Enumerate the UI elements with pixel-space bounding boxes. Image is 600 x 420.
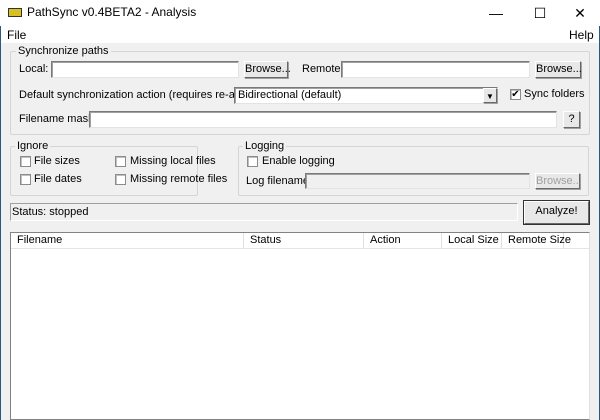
status-bar: Status: stopped <box>10 203 518 221</box>
ignore-group <box>10 146 198 196</box>
ignore-missing-local-label: Missing local files <box>130 155 216 167</box>
menu-help[interactable]: Help <box>569 28 594 42</box>
ignore-file-dates-checkbox[interactable] <box>20 174 31 185</box>
ignore-missing-local-checkbox[interactable] <box>115 156 126 167</box>
ignore-missing-remote-label: Missing remote files <box>130 173 228 185</box>
column-header-status[interactable]: Status <box>244 233 364 248</box>
menu-bar: File Help <box>0 26 600 43</box>
ignore-missing-remote-checkbox[interactable] <box>115 174 126 185</box>
column-header-local-size[interactable]: Local Size <box>442 233 502 248</box>
title-bar: PathSync v0.4BETA2 - Analysis — ☐ ✕ <box>0 0 600 26</box>
filename-mask-label: Filename mask: <box>19 113 97 125</box>
ignore-file-sizes-checkbox[interactable] <box>20 156 31 167</box>
mask-help-button[interactable]: ? <box>563 111 580 128</box>
minimize-button[interactable]: — <box>476 0 516 26</box>
sync-folders-checkbox[interactable]: ✔ <box>510 89 521 100</box>
column-header-filename[interactable]: Filename <box>11 233 244 248</box>
sync-action-value: Bidirectional (default) <box>238 89 342 101</box>
browse-remote-button[interactable]: Browse... <box>535 61 582 78</box>
browse-local-button[interactable]: Browse... <box>244 61 291 78</box>
sync-paths-label: Synchronize paths <box>16 45 111 57</box>
remote-label: Remote: <box>302 63 344 75</box>
app-icon <box>8 8 22 17</box>
ignore-file-sizes-label: File sizes <box>34 155 80 167</box>
window-border-left <box>0 26 1 420</box>
log-filename-label: Log filename: <box>246 175 313 187</box>
local-path-input[interactable] <box>51 61 239 78</box>
analyze-button[interactable]: Analyze! <box>523 200 590 225</box>
enable-logging-label: Enable logging <box>262 155 335 167</box>
filename-mask-input[interactable] <box>89 111 557 128</box>
chevron-down-icon[interactable]: ▼ <box>483 88 497 103</box>
column-header-action[interactable]: Action <box>364 233 442 248</box>
sync-action-select[interactable]: Bidirectional (default) ▼ <box>234 87 498 104</box>
file-list[interactable]: Filename Status Action Local Size Remote… <box>10 232 590 420</box>
ignore-file-dates-label: File dates <box>34 173 82 185</box>
menu-file[interactable]: File <box>7 28 26 42</box>
logging-label: Logging <box>243 140 287 152</box>
sync-folders-label: Sync folders <box>524 88 585 100</box>
window-title: PathSync v0.4BETA2 - Analysis <box>27 5 197 19</box>
maximize-button[interactable]: ☐ <box>520 0 560 26</box>
column-header-remote-size[interactable]: Remote Size <box>502 233 571 248</box>
header-divider <box>11 248 589 249</box>
ignore-label: Ignore <box>15 140 51 152</box>
close-button[interactable]: ✕ <box>560 0 600 26</box>
status-text: Status: stopped <box>12 206 89 218</box>
enable-logging-checkbox[interactable] <box>247 156 258 167</box>
local-label: Local: <box>19 63 49 75</box>
log-filename-input[interactable] <box>305 173 530 189</box>
browse-log-button[interactable]: Browse... <box>535 173 582 189</box>
remote-path-input[interactable] <box>341 61 530 78</box>
